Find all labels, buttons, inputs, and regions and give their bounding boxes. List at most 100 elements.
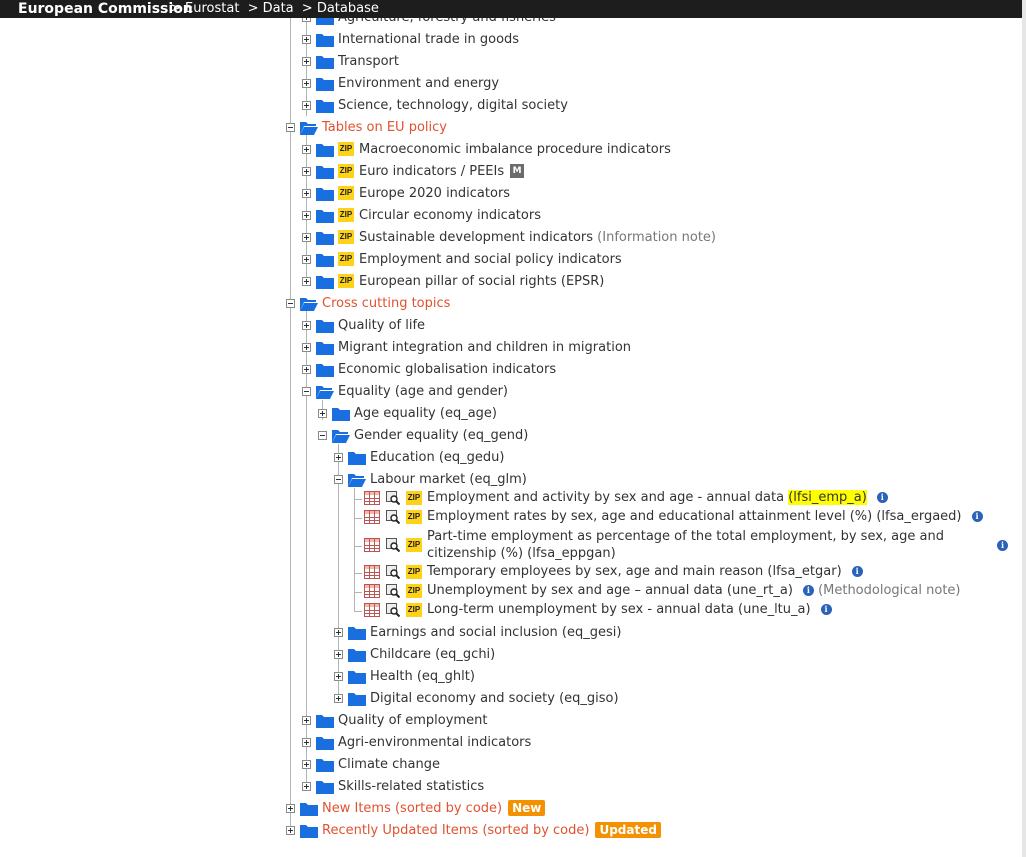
expand-icon[interactable] [302, 364, 311, 374]
expand-icon[interactable] [302, 188, 311, 198]
expand-icon[interactable] [318, 408, 327, 418]
expand-icon[interactable] [302, 254, 311, 264]
zip-icon[interactable]: ZIP [406, 583, 422, 598]
info-icon[interactable]: i [802, 585, 814, 596]
expand-icon[interactable] [334, 671, 343, 681]
dataset-row[interactable]: ZIP Unemployment by sex and age – annual… [364, 583, 961, 598]
data-explorer-icon[interactable] [386, 490, 400, 505]
data-explorer-icon[interactable] [386, 509, 400, 524]
zip-icon[interactable]: ZIP [338, 252, 354, 266]
methodological-note-link[interactable]: (Methodological note) [818, 583, 960, 598]
info-icon[interactable]: i [997, 539, 1008, 551]
table-icon[interactable] [364, 509, 380, 524]
expand-icon[interactable] [302, 34, 311, 44]
table-icon[interactable] [364, 538, 380, 552]
zip-icon[interactable]: ZIP [406, 538, 422, 552]
tree-item-skills[interactable]: Skills-related statistics [302, 775, 484, 797]
tree-item-circular-economy[interactable]: ZIP Circular economy indicators [302, 204, 541, 226]
expand-icon[interactable] [286, 803, 295, 813]
tree-item-globalisation[interactable]: Economic globalisation indicators [302, 358, 556, 380]
tree-item-earnings[interactable]: Earnings and social inclusion (eq_gesi) [334, 621, 621, 643]
tree-item-cross-cutting[interactable]: Cross cutting topics [286, 292, 450, 314]
expand-icon[interactable] [286, 825, 295, 835]
zip-icon[interactable]: ZIP [406, 564, 422, 579]
tree-item-agri-environmental[interactable]: Agri-environmental indicators [302, 731, 531, 753]
zip-icon[interactable]: ZIP [338, 186, 354, 200]
expand-icon[interactable] [302, 210, 311, 220]
tree-item-eu-policy[interactable]: Tables on EU policy [286, 116, 447, 138]
zip-icon[interactable]: ZIP [338, 208, 354, 222]
tree-item-updated-items[interactable]: Recently Updated Items (sorted by code) … [286, 819, 661, 841]
tree-item-international-trade[interactable]: International trade in goods [302, 28, 519, 50]
info-icon[interactable]: i [820, 604, 832, 615]
expand-icon[interactable] [302, 715, 311, 725]
tree-item-age-equality[interactable]: Age equality (eq_age) [318, 402, 497, 424]
tree-item-mip[interactable]: ZIP Macroeconomic imbalance procedure in… [302, 138, 671, 160]
table-icon[interactable] [364, 564, 380, 579]
data-explorer-icon[interactable] [386, 564, 400, 579]
expand-icon[interactable] [302, 759, 311, 769]
tree-item-epsr[interactable]: ZIP European pillar of social rights (EP… [302, 270, 604, 292]
dataset-row[interactable]: ZIP Employment rates by sex, age and edu… [364, 509, 983, 524]
data-explorer-icon[interactable] [386, 583, 400, 598]
zip-icon[interactable]: ZIP [406, 509, 422, 524]
expand-icon[interactable] [302, 100, 311, 110]
zip-icon[interactable]: ZIP [406, 490, 422, 505]
tree-item-science[interactable]: Science, technology, digital society [302, 94, 568, 116]
expand-icon[interactable] [302, 144, 311, 154]
collapse-icon[interactable] [286, 298, 295, 308]
tree-item-digital-economy[interactable]: Digital economy and society (eq_giso) [334, 687, 619, 709]
info-icon[interactable]: i [971, 511, 983, 522]
tree-item-gender-equality[interactable]: Gender equality (eq_gend) [318, 424, 528, 446]
collapse-icon[interactable] [302, 386, 311, 396]
tree-item-health[interactable]: Health (eq_ghlt) [334, 665, 475, 687]
expand-icon[interactable] [302, 342, 311, 352]
breadcrumb-database[interactable]: > Database [302, 1, 379, 16]
expand-icon[interactable] [334, 452, 343, 462]
breadcrumb-data[interactable]: > Data [248, 1, 294, 16]
collapse-icon[interactable] [286, 122, 295, 132]
zip-icon[interactable]: ZIP [338, 274, 354, 288]
tree-item-environment[interactable]: Environment and energy [302, 72, 499, 94]
tree-item-childcare[interactable]: Childcare (eq_gchi) [334, 643, 495, 665]
expand-icon[interactable] [302, 320, 311, 330]
tree-item-education[interactable]: Education (eq_gedu) [334, 446, 505, 468]
table-icon[interactable] [364, 602, 380, 617]
breadcrumb-eurostat[interactable]: > Eurostat [170, 1, 239, 16]
expand-icon[interactable] [302, 276, 311, 286]
tree-item-quality-of-employment[interactable]: Quality of employment [302, 709, 487, 731]
dataset-row[interactable]: ZIP Long-term unemployment by sex - annu… [364, 602, 832, 617]
expand-icon[interactable] [302, 78, 311, 88]
tree-item-equality[interactable]: Equality (age and gender) [302, 380, 508, 402]
zip-icon[interactable]: ZIP [406, 602, 422, 617]
table-icon[interactable] [364, 583, 380, 598]
zip-icon[interactable]: ZIP [338, 164, 354, 178]
tree-item-new-items[interactable]: New Items (sorted by code) New [286, 797, 546, 819]
tree-item-climate-change[interactable]: Climate change [302, 753, 440, 775]
tree-item-migrant-integration[interactable]: Migrant integration and children in migr… [302, 336, 631, 358]
tree-item-sdi[interactable]: ZIP Sustainable development indicators (… [302, 226, 716, 248]
scrollbar[interactable] [1022, 0, 1026, 857]
tree-item-employment-social[interactable]: ZIP Employment and social policy indicat… [302, 248, 622, 270]
info-icon[interactable]: i [851, 566, 863, 577]
dataset-row[interactable]: ZIP Employment and activity by sex and a… [364, 490, 888, 505]
tree-item-quality-of-life[interactable]: Quality of life [302, 314, 425, 336]
information-note-link[interactable]: (Information note) [597, 230, 716, 245]
tree-item-euro-indicators[interactable]: ZIP Euro indicators / PEEIs M [302, 160, 525, 182]
expand-icon[interactable] [302, 737, 311, 747]
dataset-row[interactable]: ZIP Temporary employees by sex, age and … [364, 564, 863, 579]
data-explorer-icon[interactable] [386, 538, 400, 552]
dataset-row[interactable]: ZIP Part-time employment as percentage o… [364, 528, 1008, 562]
tree-item-transport[interactable]: Transport [302, 50, 399, 72]
expand-icon[interactable] [302, 166, 311, 176]
zip-icon[interactable]: ZIP [338, 142, 354, 156]
tree-item-europe-2020[interactable]: ZIP Europe 2020 indicators [302, 182, 510, 204]
expand-icon[interactable] [302, 56, 311, 66]
expand-icon[interactable] [334, 649, 343, 659]
expand-icon[interactable] [302, 781, 311, 791]
info-icon[interactable]: i [876, 492, 888, 503]
expand-icon[interactable] [334, 627, 343, 637]
zip-icon[interactable]: ZIP [338, 230, 354, 244]
european-commission-logo-text[interactable]: European Commission [18, 0, 193, 18]
collapse-icon[interactable] [334, 474, 343, 484]
